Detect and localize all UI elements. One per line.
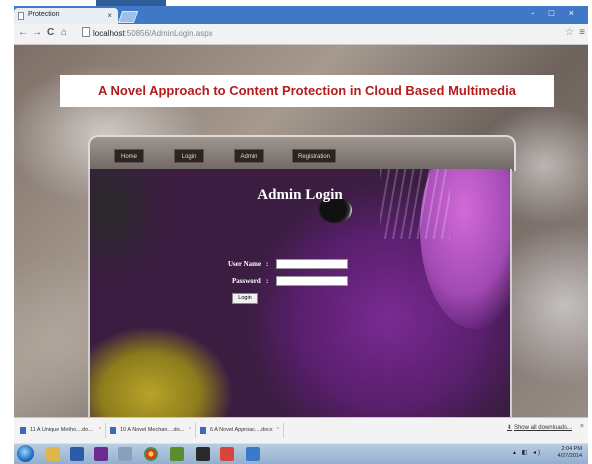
nav-login-button[interactable]: Login [174,149,204,163]
bookmark-star-icon[interactable]: ☆ [565,27,574,38]
calculator-icon[interactable] [246,447,260,461]
background-fin-stripes [380,169,450,239]
download-menu-icon[interactable]: ^ [189,423,191,438]
explorer-icon[interactable] [46,447,60,461]
chrome-icon[interactable] [144,447,158,461]
word-doc-icon [20,427,26,434]
login-panel: Admin Login User Name : Password : Login [88,169,512,417]
new-tab-button[interactable] [117,11,139,23]
clock[interactable]: 2:04 PM 4/27/2014 [558,446,582,460]
app-icon[interactable] [170,447,184,461]
password-label: Password [232,277,261,285]
clock-time: 2:04 PM [561,446,582,452]
download-item-name: 10 A Novel Mechan....do... [120,427,185,433]
nav-admin-button[interactable]: Admin [234,149,264,163]
visual-studio-icon[interactable] [94,447,108,461]
tab-close-icon[interactable]: × [107,11,112,20]
main-nav: Home Login Admin Registration [88,135,516,171]
username-colon: : [266,260,269,268]
download-menu-icon[interactable]: ^ [277,423,279,438]
tab-title: Protection [28,11,60,18]
reload-icon[interactable]: C [47,27,54,38]
username-input[interactable] [276,259,348,269]
password-colon: : [266,277,269,285]
downloads-close-icon[interactable]: × [580,423,584,430]
home-icon[interactable]: ⌂ [61,27,67,38]
download-item-name: 11 A Unique Metho....do... [30,427,93,433]
nav-registration-button[interactable]: Registration [292,149,336,163]
nav-home-button[interactable]: Home [114,149,144,163]
network-icon[interactable] [118,447,132,461]
download-item[interactable]: 6 A Novel Approac....docx ^ [198,423,284,438]
download-menu-icon[interactable]: ^ [99,423,101,438]
media-icon[interactable] [196,447,210,461]
download-item[interactable]: 10 A Novel Mechan....do... ^ [108,423,196,438]
back-icon[interactable]: ← [18,27,28,38]
download-item[interactable]: 11 A Unique Metho....do... ^ [18,423,106,438]
page-icon [82,27,90,37]
page-viewport: A Novel Approach to Content Protection i… [14,45,588,417]
browser-titlebar: Protection × - □ × [14,6,588,24]
taskbar: ▴ ◧ ◂) 2:04 PM 4/27/2014 [14,443,588,464]
downloads-bar: 11 A Unique Metho....do... ^ 10 A Novel … [14,417,588,444]
word-icon[interactable] [70,447,84,461]
browser-tab[interactable]: Protection × [14,8,118,24]
forward-icon[interactable]: → [32,27,42,38]
page-icon [18,12,24,20]
menu-icon[interactable]: ≡ [579,27,585,38]
window-controls[interactable]: - □ × [531,8,580,18]
site-banner: A Novel Approach to Content Protection i… [60,75,554,107]
start-button[interactable] [17,445,34,462]
clock-date: 4/27/2014 [557,453,582,459]
url-host: localhost [93,29,125,38]
download-item-name: 6 A Novel Approac....docx [210,427,273,433]
system-tray-icons[interactable]: ▴ ◧ ◂) [513,449,542,456]
url-path: :50856/AdminLogin.aspx [124,29,213,38]
username-label: User Name [228,260,262,268]
browser-toolbar: ← → C ⌂ localhost:50856/AdminLogin.aspx … [14,24,588,45]
word-doc-icon [200,427,206,434]
show-all-downloads-label: Show all downloads... [513,425,572,431]
login-button[interactable]: Login [232,293,258,304]
show-all-downloads-link[interactable]: ⬇ Show all downloads... [507,424,572,431]
download-icon: ⬇ [506,425,512,431]
password-input[interactable] [276,276,348,286]
paint-icon[interactable] [220,447,234,461]
word-doc-icon [110,427,116,434]
page-title: Admin Login [257,187,343,203]
address-bar[interactable]: localhost:50856/AdminLogin.aspx [82,27,562,41]
